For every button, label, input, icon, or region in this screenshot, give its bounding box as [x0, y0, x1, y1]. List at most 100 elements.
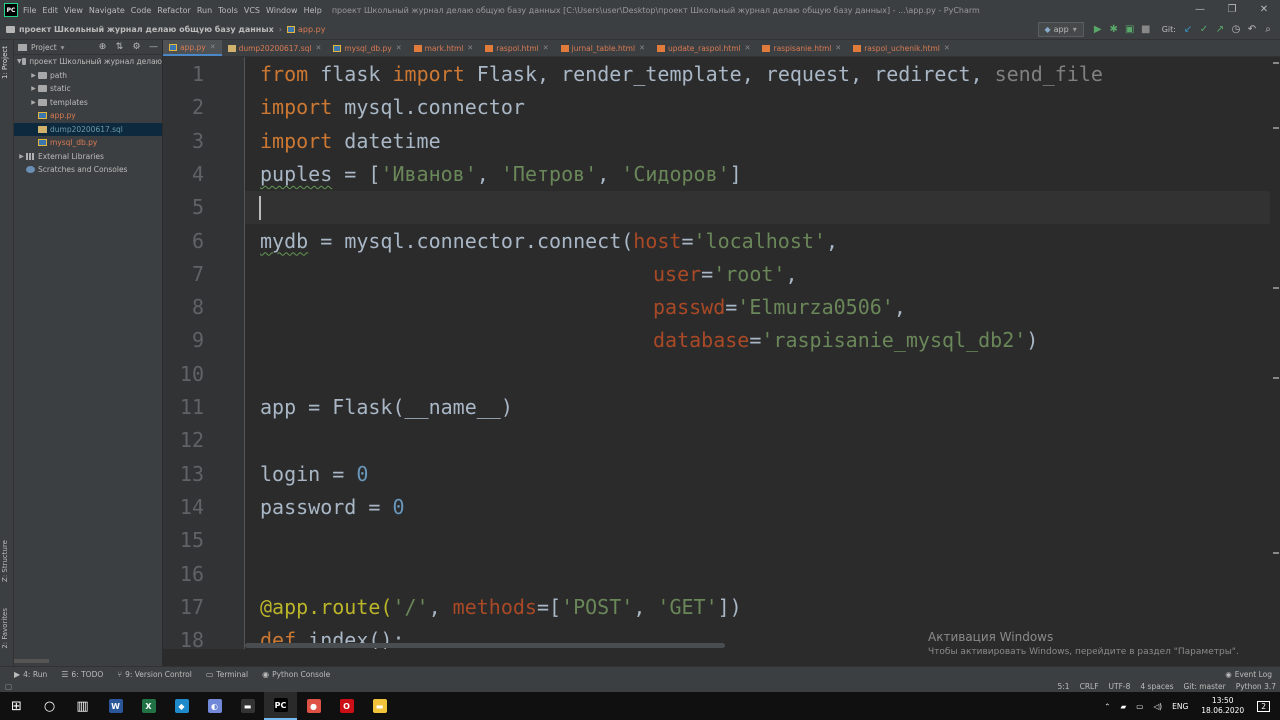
status-item[interactable]: 4 spaces	[1140, 682, 1173, 691]
status-item[interactable]: Python 3.7	[1236, 682, 1276, 691]
menu-item-code[interactable]: Code	[131, 6, 151, 15]
locate-icon[interactable]: ⊕	[94, 42, 111, 52]
menu-item-tools[interactable]: Tools	[218, 6, 238, 15]
debug-icon[interactable]: ✱	[1106, 24, 1122, 35]
close-tab-icon[interactable]: ✕	[639, 44, 645, 52]
language-indicator[interactable]: ENG	[1172, 702, 1188, 711]
git-commit-icon[interactable]: ✓	[1196, 24, 1212, 35]
vertical-scrollbar[interactable]	[1270, 57, 1280, 649]
tool-window-versioncontrol[interactable]: ⑂ 9: Version Control	[117, 670, 192, 679]
hide-icon[interactable]: —	[145, 42, 162, 52]
status-item[interactable]: Git: master	[1183, 682, 1225, 691]
taskbar-chrome-icon[interactable]: ●	[297, 692, 330, 720]
breadcrumb-file[interactable]: app.py	[298, 25, 325, 34]
breadcrumb-project[interactable]: проект Школьный журнал делаю общую базу …	[19, 25, 274, 34]
tree-item[interactable]: mysql_db.py	[14, 136, 162, 150]
expand-arrow-icon[interactable]: ▼	[17, 58, 22, 65]
close-tab-icon[interactable]: ✕	[396, 44, 402, 52]
collapse-arrow-icon[interactable]: ▶	[17, 153, 26, 160]
project-scrollbar[interactable]	[14, 659, 49, 663]
tab-raspisanie-html[interactable]: raspisanie.html ✕	[756, 40, 847, 56]
git-push-icon[interactable]: ↗	[1212, 24, 1228, 35]
collapse-arrow-icon[interactable]: ▶	[29, 85, 38, 92]
taskbar-pycharm-icon[interactable]: PC	[264, 692, 297, 720]
tab-dump20200617-sql[interactable]: dump20200617.sql ✕	[222, 40, 328, 56]
notification-icon[interactable]: 2	[1257, 700, 1270, 712]
gear-icon[interactable]: ⚙	[128, 42, 145, 52]
menu-item-help[interactable]: Help	[304, 6, 322, 15]
tree-item[interactable]: ▶ static	[14, 82, 162, 96]
close-tab-icon[interactable]: ✕	[467, 44, 473, 52]
menu-item-refactor[interactable]: Refactor	[157, 6, 191, 15]
tree-item[interactable]: dump20200617.sql	[14, 122, 162, 136]
status-item[interactable]: CRLF	[1080, 682, 1099, 691]
tab-mark-html[interactable]: mark.html ✕	[408, 40, 480, 56]
tree-item[interactable]: app.py	[14, 109, 162, 123]
tree-item[interactable]: ▶ External Libraries	[14, 150, 162, 164]
taskbar-opera-icon[interactable]: O	[330, 692, 363, 720]
taskbar-word-icon[interactable]: W	[99, 692, 132, 720]
clock[interactable]: 13:50 18.06.2020	[1201, 696, 1244, 716]
collapse-arrow-icon[interactable]: ▶	[29, 99, 38, 106]
tab-raspol_uchenik-html[interactable]: raspol_uchenik.html ✕	[847, 40, 956, 56]
tool-window-terminal[interactable]: ▭ Terminal	[206, 670, 248, 679]
run-icon[interactable]: ▶	[1090, 24, 1106, 35]
tab-structure-tool[interactable]: Z: Structure	[1, 540, 9, 582]
network-icon[interactable]: ▭	[1136, 702, 1143, 711]
tab-jurnal_table-html[interactable]: jurnal_table.html ✕	[555, 40, 651, 56]
close-tab-icon[interactable]: ✕	[745, 44, 751, 52]
revert-icon[interactable]: ↶	[1244, 24, 1260, 35]
tab-favorites-tool[interactable]: 2: Favorites	[1, 608, 9, 649]
code-editor[interactable]: from flask import Flask, render_template…	[245, 57, 1270, 649]
status-item[interactable]: UTF-8	[1109, 682, 1131, 691]
tray-chevron-icon[interactable]: ⌃	[1104, 702, 1110, 711]
tree-item[interactable]: Scratches and Consoles	[14, 163, 162, 177]
tab-raspol-html[interactable]: raspol.html ✕	[479, 40, 554, 56]
close-icon[interactable]: ✕	[1248, 0, 1280, 20]
tool-window-todo[interactable]: ☰ 6: TODO	[61, 670, 103, 679]
coverage-icon[interactable]: ▣	[1122, 24, 1138, 35]
close-tab-icon[interactable]: ✕	[315, 44, 321, 52]
project-panel-title[interactable]: Project	[31, 43, 57, 52]
menu-item-file[interactable]: File	[23, 6, 36, 15]
close-tab-icon[interactable]: ✕	[210, 43, 216, 51]
tab-app-py[interactable]: app.py ✕	[163, 40, 222, 56]
taskbar-search-icon[interactable]: ○	[33, 692, 66, 720]
taskbar-excel-icon[interactable]: X	[132, 692, 165, 720]
volume-icon[interactable]: ◁)	[1153, 702, 1162, 711]
taskbar-start-icon[interactable]: ⊞	[0, 692, 33, 720]
tab-project-tool[interactable]: 1: Project	[1, 46, 9, 79]
run-config-select[interactable]: ◆ app ▾	[1037, 22, 1084, 37]
tree-item[interactable]: ▶ templates	[14, 96, 162, 110]
git-update-icon[interactable]: ↙	[1180, 24, 1196, 35]
menu-item-run[interactable]: Run	[197, 6, 212, 15]
close-tab-icon[interactable]: ✕	[944, 44, 950, 52]
tray-app-icon[interactable]: ▰	[1121, 702, 1127, 711]
menu-item-window[interactable]: Window	[266, 6, 298, 15]
chevron-down-icon[interactable]: ▾	[61, 43, 65, 52]
horizontal-scrollbar[interactable]	[245, 643, 725, 648]
event-log-button[interactable]: ◉ Event Log	[1225, 670, 1272, 679]
minimize-icon[interactable]: —	[1184, 0, 1216, 20]
tab-update_raspol-html[interactable]: update_raspol.html ✕	[651, 40, 757, 56]
tool-window-run[interactable]: ▶ 4: Run	[14, 670, 47, 679]
tree-item[interactable]: ▼ проект Школьный журнал делаю	[14, 55, 162, 69]
taskbar-terminal-icon[interactable]: ▬	[231, 692, 264, 720]
search-icon[interactable]: ⌕	[1260, 24, 1276, 35]
close-tab-icon[interactable]: ✕	[835, 44, 841, 52]
collapse-arrow-icon[interactable]: ▶	[29, 72, 38, 79]
tree-item[interactable]: ▶ path	[14, 69, 162, 83]
taskbar-discord-icon[interactable]: ◐	[198, 692, 231, 720]
menu-item-navigate[interactable]: Navigate	[89, 6, 125, 15]
taskbar-vpn-icon[interactable]: ◆	[165, 692, 198, 720]
close-tab-icon[interactable]: ✕	[543, 44, 549, 52]
status-item[interactable]: 5:1	[1058, 682, 1070, 691]
maximize-icon[interactable]: ❐	[1216, 0, 1248, 20]
stop-icon[interactable]: ■	[1138, 24, 1154, 35]
menu-item-vcs[interactable]: VCS	[244, 6, 260, 15]
menu-item-edit[interactable]: Edit	[42, 6, 58, 15]
history-icon[interactable]: ◷	[1228, 24, 1244, 35]
tool-window-pythonconsole[interactable]: ◉ Python Console	[262, 670, 330, 679]
taskbar-task-view-icon[interactable]: ▥	[66, 692, 99, 720]
status-toggle-icon[interactable]: ▢	[5, 682, 12, 691]
